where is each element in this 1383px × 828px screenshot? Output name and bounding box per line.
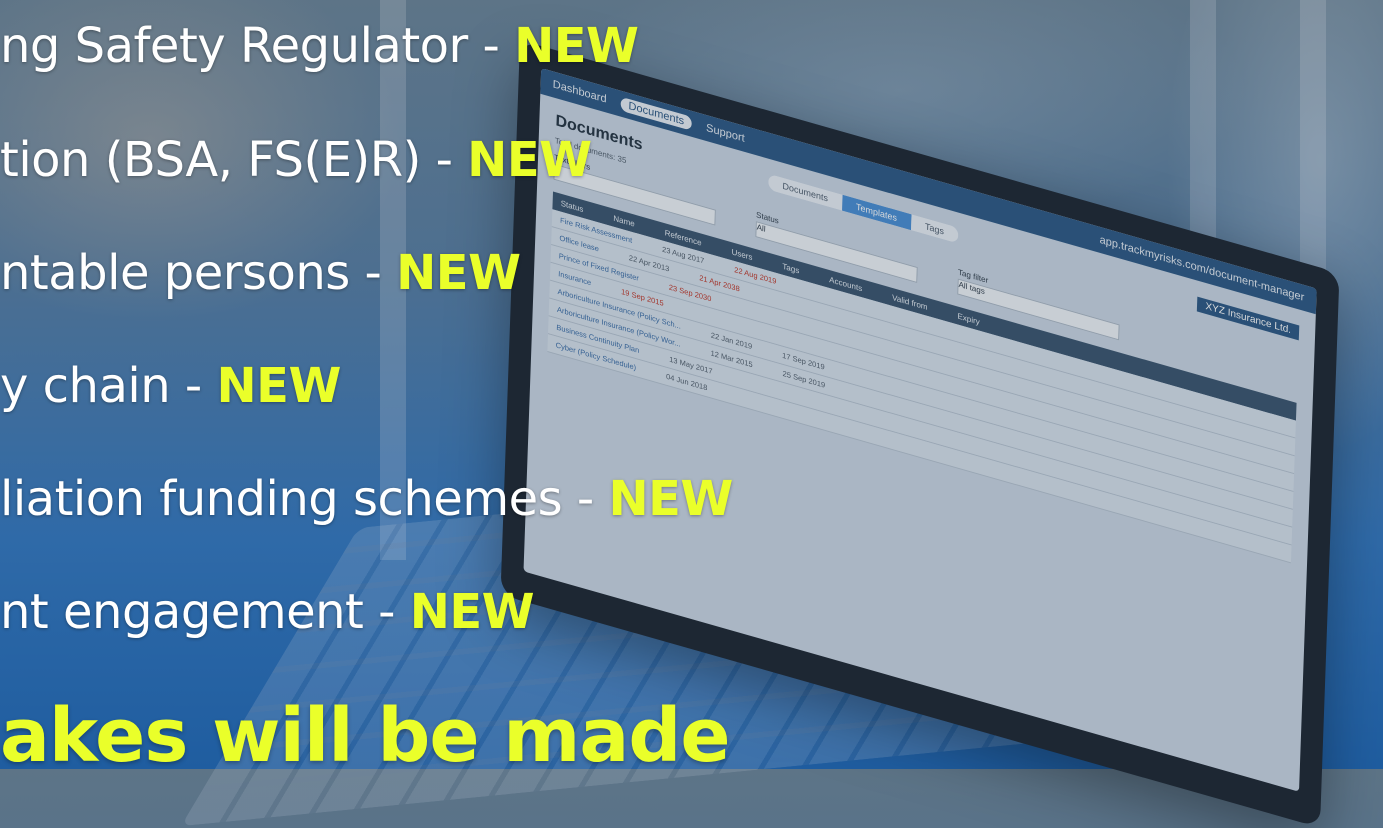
bullet-text: ng Safety Regulator - bbox=[0, 18, 515, 74]
slide-text: ng Safety Regulator - NEW tion (BSA, FS(… bbox=[0, 0, 1383, 779]
bullet-line: tion (BSA, FS(E)R) - NEW bbox=[0, 132, 592, 188]
bullet-line: ntable persons - NEW bbox=[0, 245, 521, 301]
bullet-text: liation funding schemes - bbox=[0, 471, 609, 527]
bullet-text: y chain - bbox=[0, 358, 217, 414]
new-badge: NEW bbox=[216, 358, 341, 414]
bullet-text: tion (BSA, FS(E)R) - bbox=[0, 132, 468, 188]
new-badge: NEW bbox=[396, 245, 521, 301]
new-badge: NEW bbox=[467, 132, 592, 188]
bullet-text: nt engagement - bbox=[0, 584, 410, 640]
bullet-line: ng Safety Regulator - NEW bbox=[0, 18, 639, 74]
bullet-line: y chain - NEW bbox=[0, 358, 341, 414]
new-badge: NEW bbox=[409, 584, 535, 640]
bullet-line: liation funding schemes - NEW bbox=[0, 471, 733, 527]
bullet-line: nt engagement - NEW bbox=[0, 584, 535, 640]
headline: akes will be made bbox=[0, 693, 731, 779]
new-badge: NEW bbox=[514, 18, 639, 74]
bullet-text: ntable persons - bbox=[0, 245, 397, 301]
new-badge: NEW bbox=[608, 471, 733, 527]
